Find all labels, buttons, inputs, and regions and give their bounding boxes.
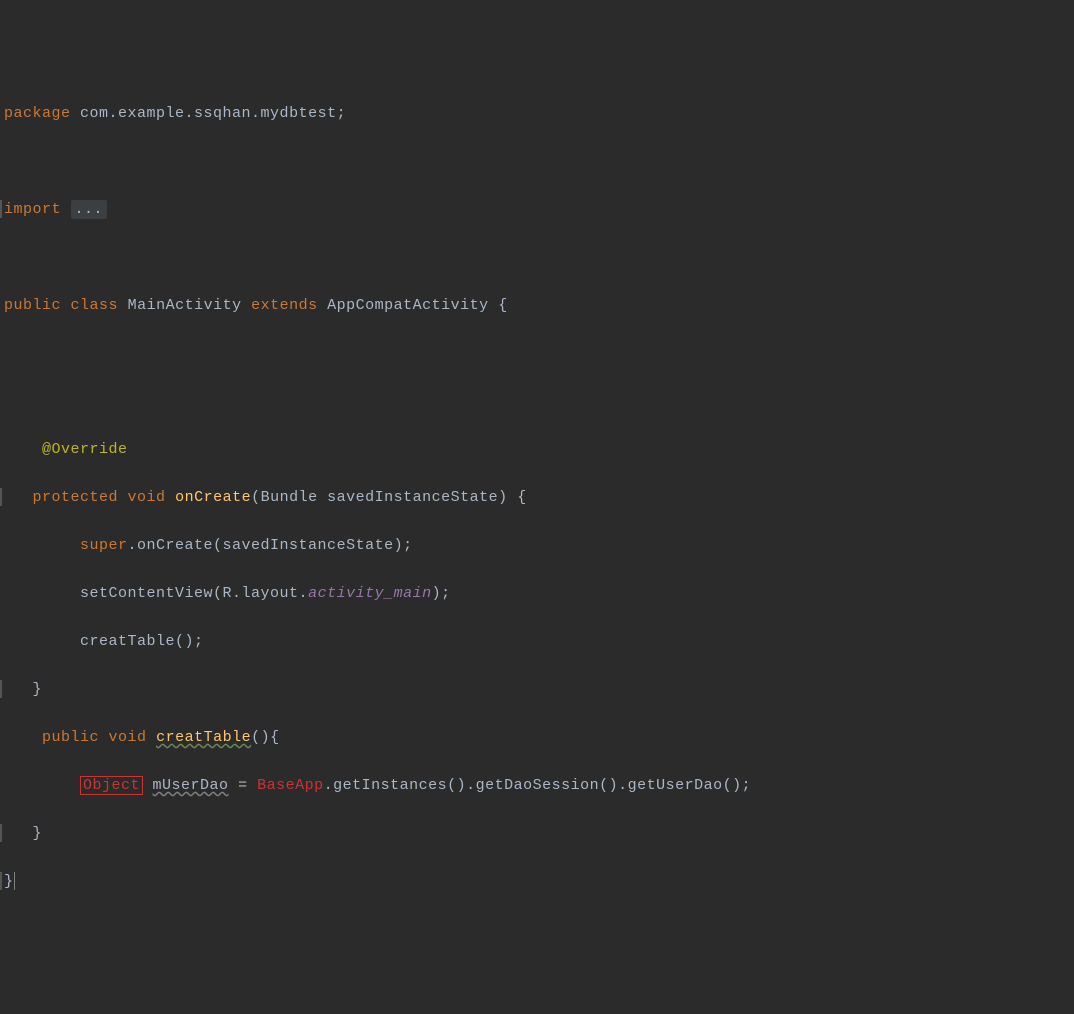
- fold-indicator[interactable]: [0, 488, 2, 506]
- assign: =: [229, 777, 258, 794]
- text-caret: [14, 872, 15, 890]
- code-line-17[interactable]: }: [4, 870, 1074, 894]
- code-line-1[interactable]: package com.example.ssqhan.mydbtest;: [4, 102, 1074, 126]
- code-line-5[interactable]: public class MainActivity extends AppCom…: [4, 294, 1074, 318]
- param-type: Bundle: [261, 489, 318, 506]
- type-object-error: Object: [80, 776, 143, 795]
- code-line-9[interactable]: protected void onCreate(Bundle savedInst…: [4, 486, 1074, 510]
- brace-open: {: [498, 297, 508, 314]
- keyword-class: class: [71, 297, 119, 314]
- code-line-13[interactable]: }: [4, 678, 1074, 702]
- fold-indicator[interactable]: [0, 872, 2, 890]
- fold-indicator[interactable]: [0, 824, 2, 842]
- keyword-extends: extends: [251, 297, 318, 314]
- keyword-package: package: [4, 105, 71, 122]
- fold-indicator[interactable]: [0, 680, 2, 698]
- code-line-15[interactable]: Object mUserDao = BaseApp.getInstances()…: [4, 774, 1074, 798]
- paren-open: (: [251, 489, 261, 506]
- keyword-public: public: [42, 729, 99, 746]
- code-line-14[interactable]: public void creatTable(){: [4, 726, 1074, 750]
- annotation-override: @Override: [42, 441, 128, 458]
- super-class: AppCompatActivity: [327, 297, 489, 314]
- keyword-void: void: [128, 489, 166, 506]
- keyword-super: super: [80, 537, 128, 554]
- method-creatTable: creatTable: [156, 729, 251, 746]
- code-line-3[interactable]: import ...: [4, 198, 1074, 222]
- creatTable-call: creatTable();: [80, 633, 204, 650]
- baseapp-error: BaseApp: [257, 777, 324, 794]
- param-name: savedInstanceState: [327, 489, 498, 506]
- fold-indicator[interactable]: [0, 200, 2, 218]
- keyword-void: void: [109, 729, 147, 746]
- code-line-2[interactable]: [4, 150, 1074, 174]
- keyword-public: public: [4, 297, 61, 314]
- brace-close: }: [33, 825, 43, 842]
- class-name: MainActivity: [128, 297, 242, 314]
- call-chain: .getInstances().getDaoSession().getUserD…: [324, 777, 752, 794]
- keyword-protected: protected: [33, 489, 119, 506]
- code-line-16[interactable]: }: [4, 822, 1074, 846]
- call-end: );: [432, 585, 451, 602]
- code-line-4[interactable]: [4, 246, 1074, 270]
- package-path: com.example.ssqhan.mydbtest: [80, 105, 337, 122]
- super-call: .onCreate(savedInstanceState);: [128, 537, 413, 554]
- setContentView-call: setContentView(R.layout.: [80, 585, 308, 602]
- semicolon: ;: [337, 105, 347, 122]
- code-line-10[interactable]: super.onCreate(savedInstanceState);: [4, 534, 1074, 558]
- code-line-12[interactable]: creatTable();: [4, 630, 1074, 654]
- code-line-8[interactable]: @Override: [4, 438, 1074, 462]
- sig-end: (){: [251, 729, 280, 746]
- code-line-11[interactable]: setContentView(R.layout.activity_main);: [4, 582, 1074, 606]
- code-line-6[interactable]: [4, 342, 1074, 366]
- brace-open: {: [517, 489, 527, 506]
- code-line-7[interactable]: [4, 390, 1074, 414]
- paren-close: ): [498, 489, 508, 506]
- brace-close: }: [33, 681, 43, 698]
- brace-close: }: [4, 873, 14, 890]
- keyword-import: import: [4, 201, 61, 218]
- import-collapsed-block[interactable]: ...: [71, 200, 108, 219]
- layout-id: activity_main: [308, 585, 432, 602]
- var-mUserDao: mUserDao: [153, 777, 229, 794]
- method-onCreate: onCreate: [175, 489, 251, 506]
